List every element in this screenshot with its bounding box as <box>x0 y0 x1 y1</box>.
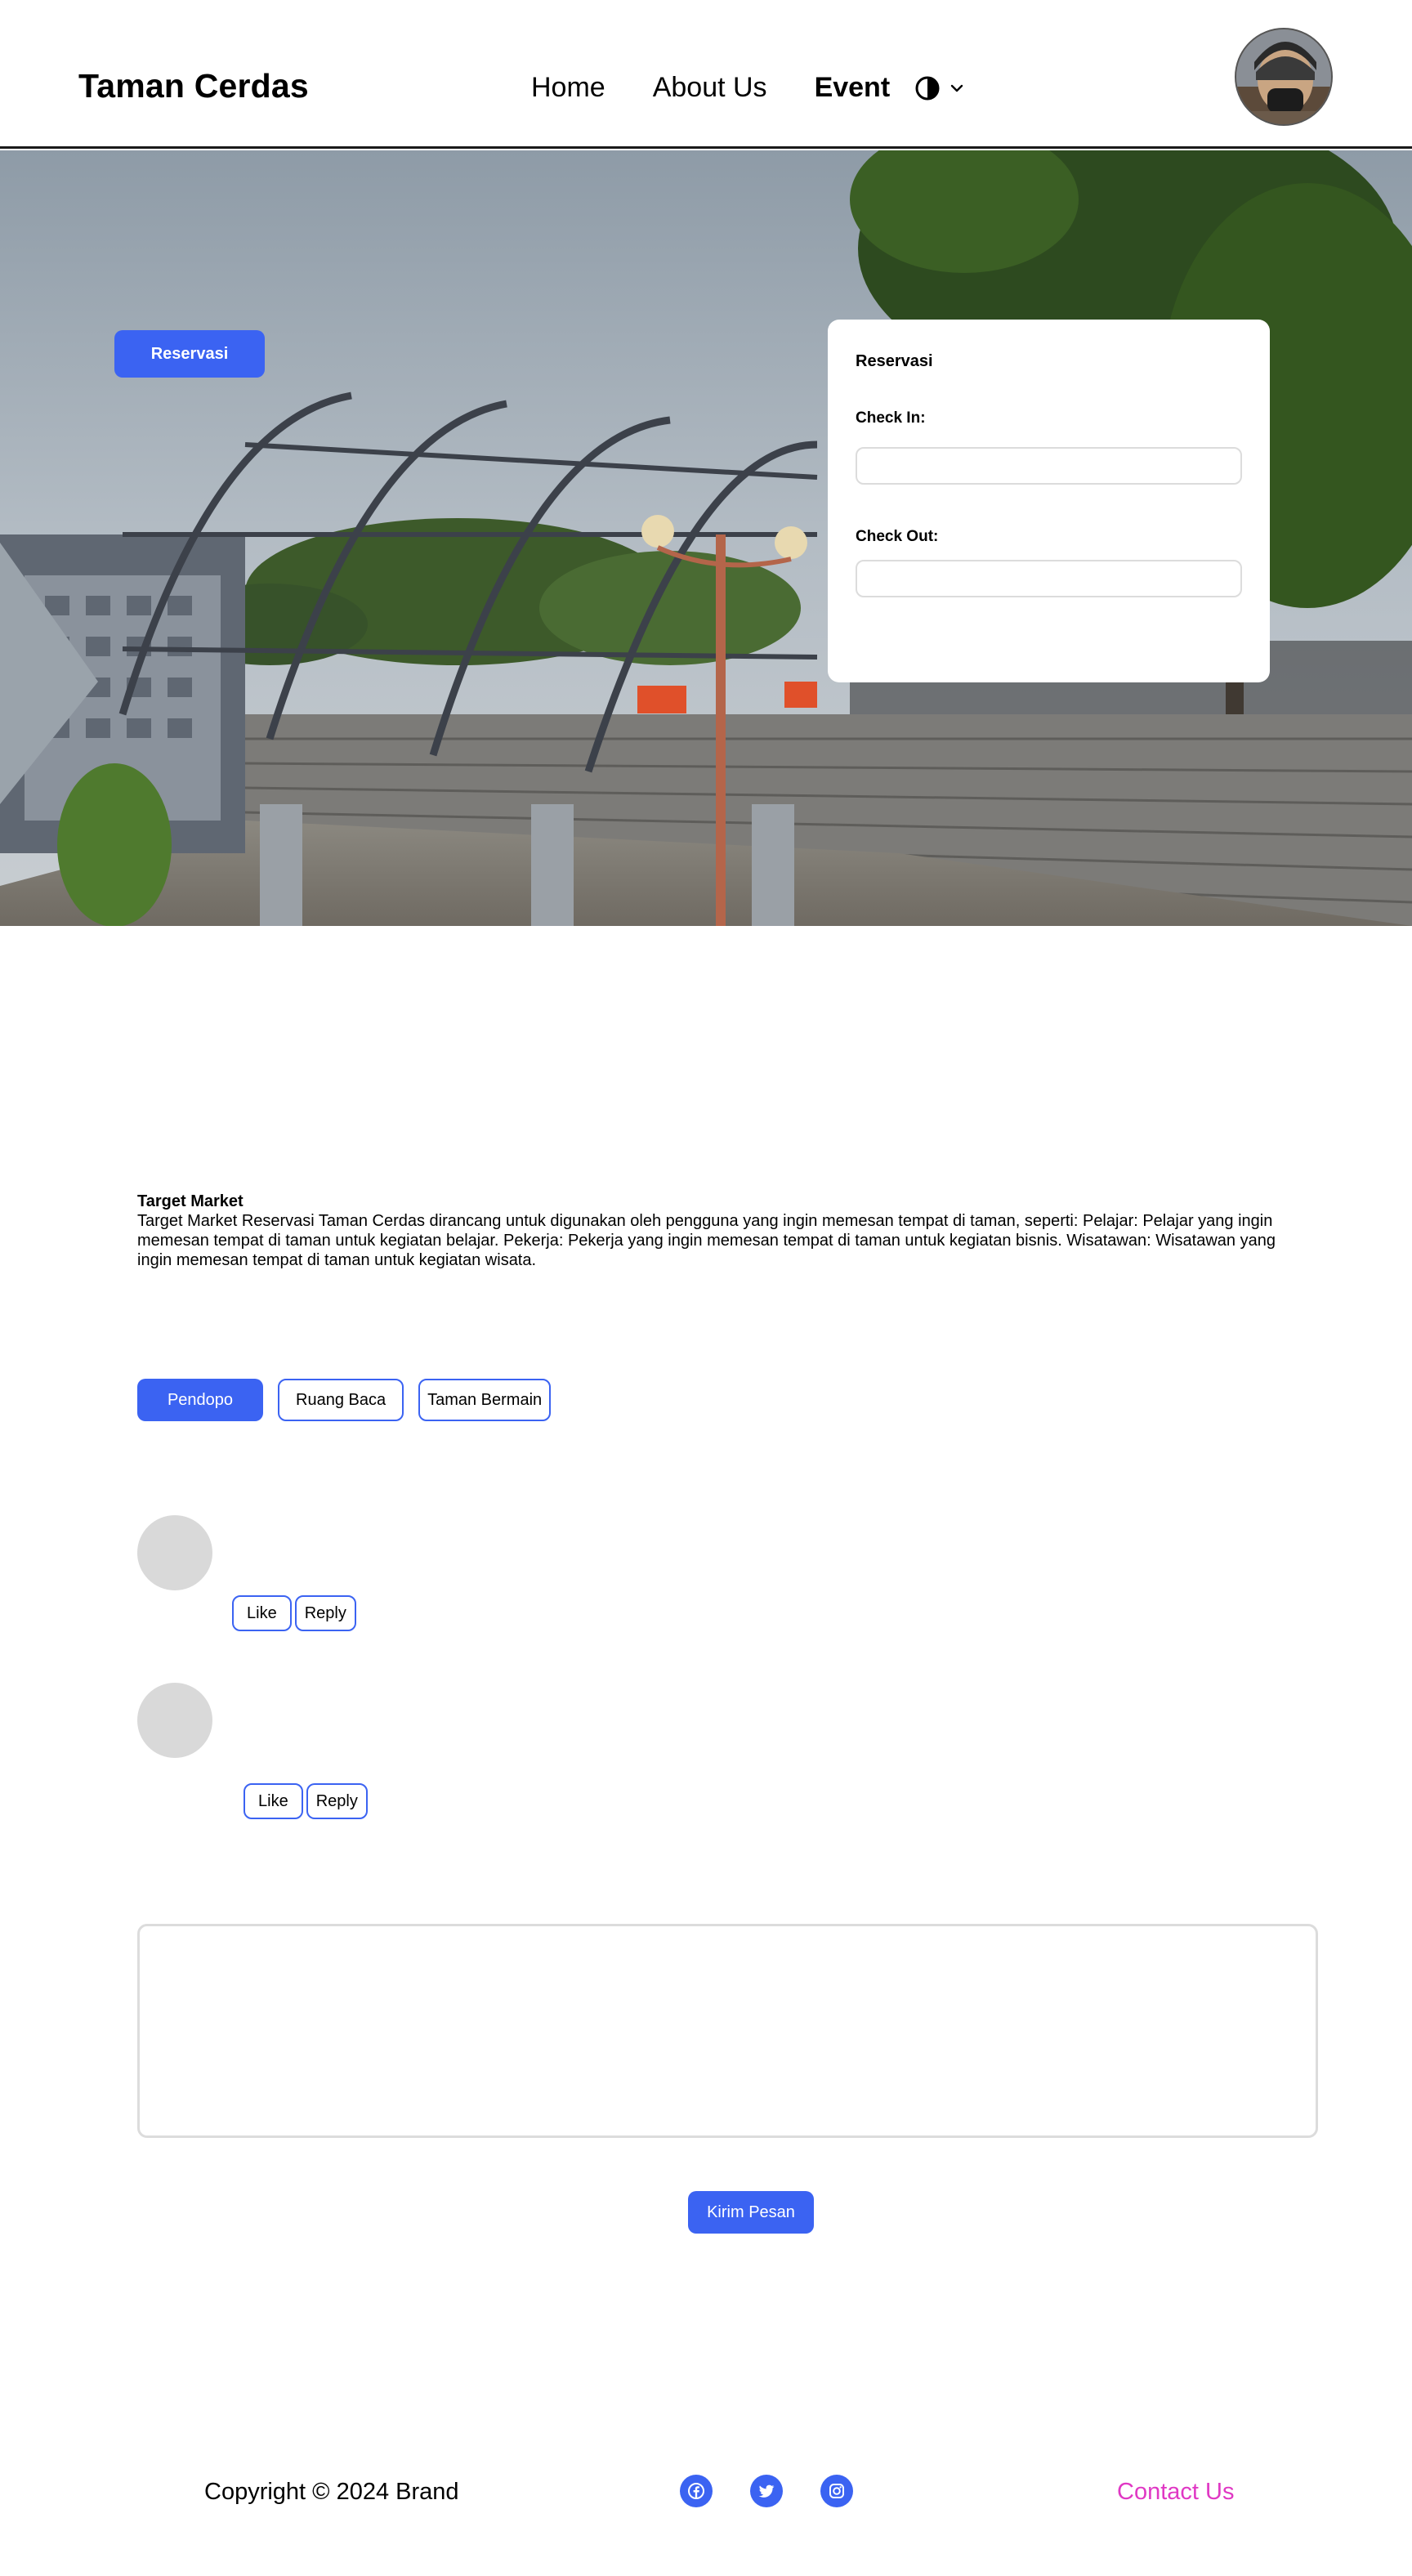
theme-toggle[interactable] <box>914 75 963 101</box>
twitter-icon[interactable] <box>750 2475 783 2507</box>
reply-button[interactable]: Reply <box>306 1783 368 1819</box>
tab-pendopo[interactable]: Pendopo <box>137 1379 263 1421</box>
reply-button[interactable]: Reply <box>294 1595 356 1631</box>
contact-us-link[interactable]: Contact Us <box>1117 2479 1234 2506</box>
target-market-text: Target Market Reservasi Taman Cerdas dir… <box>137 1212 1276 1269</box>
avatar-photo <box>1236 29 1331 124</box>
target-market-section: Target Market Target Market Reservasi Ta… <box>137 1192 1281 1270</box>
reservation-card: Reservasi Check In: Check Out: <box>828 320 1270 682</box>
tab-taman-bermain[interactable]: Taman Bermain <box>418 1379 552 1421</box>
send-message-button[interactable]: Kirim Pesan <box>688 2191 814 2234</box>
check-out-label: Check Out: <box>856 528 939 545</box>
reservation-card-title: Reservasi <box>856 352 933 370</box>
facebook-icon[interactable] <box>680 2475 713 2507</box>
message-textarea[interactable] <box>137 1924 1318 2138</box>
nav-event-link[interactable]: Event <box>815 72 891 104</box>
reservasi-hero-button[interactable]: Reservasi <box>114 330 265 378</box>
comment-avatar <box>137 1683 212 1758</box>
contrast-icon <box>915 76 940 100</box>
copyright-text: Copyright © 2024 Brand <box>204 2479 459 2505</box>
instagram-icon[interactable] <box>820 2475 853 2507</box>
check-in-input[interactable] <box>856 447 1242 485</box>
user-avatar[interactable] <box>1235 28 1333 126</box>
nav-home-link[interactable]: Home <box>531 72 605 104</box>
hero-section: Reservasi Reservasi Check In: Check Out: <box>0 150 1412 926</box>
brand-logo-text[interactable]: Taman Cerdas <box>78 67 309 105</box>
tab-ruang-baca[interactable]: Ruang Baca <box>278 1379 404 1421</box>
facility-tabs: Pendopo Ruang Baca Taman Bermain <box>137 1379 552 1421</box>
comment-avatar <box>137 1515 212 1590</box>
target-market-title: Target Market <box>137 1192 244 1210</box>
comment-actions: Like Reply <box>244 1783 368 1819</box>
comment-actions: Like Reply <box>232 1595 356 1631</box>
like-button[interactable]: Like <box>244 1783 303 1819</box>
like-button[interactable]: Like <box>232 1595 292 1631</box>
social-links <box>680 2475 853 2507</box>
main-nav: Home About Us Event <box>531 72 963 104</box>
chevron-down-icon <box>950 84 963 92</box>
check-out-input[interactable] <box>856 560 1242 597</box>
nav-about-link[interactable]: About Us <box>653 72 767 104</box>
site-header: Taman Cerdas Home About Us Event <box>0 0 1412 149</box>
check-in-label: Check In: <box>856 409 926 427</box>
